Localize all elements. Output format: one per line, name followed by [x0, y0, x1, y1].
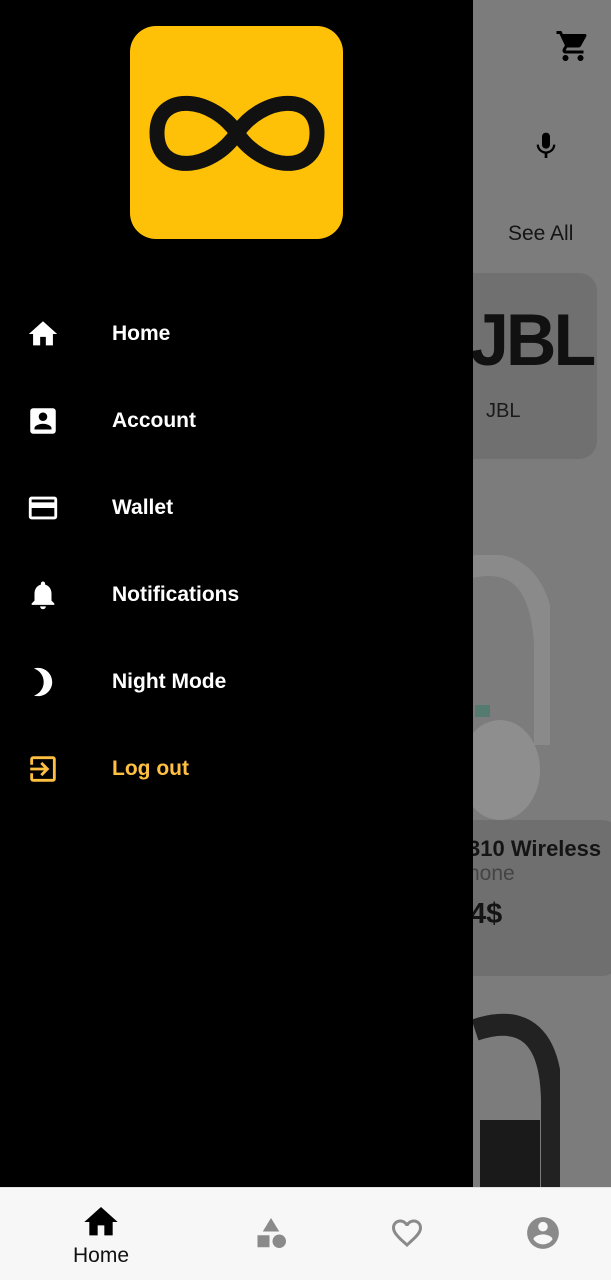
home-icon [26, 317, 60, 351]
moon-icon [26, 665, 60, 699]
product-price: 4$ [470, 898, 503, 930]
see-all-link[interactable]: See All [508, 222, 573, 246]
product-name: 310 Wireless [468, 836, 602, 861]
drawer-item-label: Notifications [112, 582, 240, 606]
drawer-item-label: Wallet [112, 495, 174, 519]
drawer-item-logout[interactable]: Log out [0, 725, 473, 812]
drawer-item-label: Home [112, 321, 171, 345]
navigation-drawer: Home Account Wallet Notifications Night … [0, 0, 473, 1187]
bottom-navigation: Home [0, 1187, 611, 1280]
screen: See All JBL JBL 310 Wireless hone 4$ Hom… [0, 0, 611, 1280]
profile-icon [527, 1217, 559, 1249]
drawer-item-notifications[interactable]: Notifications [0, 551, 473, 638]
drawer-item-home[interactable]: Home [0, 290, 473, 377]
nav-home[interactable]: Home [41, 1188, 161, 1280]
home-icon [84, 1207, 118, 1236]
shapes-icon [257, 1218, 286, 1248]
app-logo [130, 26, 343, 239]
drawer-item-label: Night Mode [112, 669, 227, 693]
nav-categories[interactable] [211, 1188, 331, 1280]
brand-logo: JBL [470, 299, 596, 381]
infinity-icon [149, 95, 325, 171]
nav-home-label: Home [72, 1244, 130, 1267]
drawer-item-label: Account [112, 408, 196, 432]
bell-icon [26, 578, 60, 612]
drawer-item-wallet[interactable]: Wallet [0, 464, 473, 551]
nav-profile[interactable] [483, 1188, 603, 1280]
microphone-icon[interactable] [530, 128, 562, 164]
drawer-item-account[interactable]: Account [0, 377, 473, 464]
product-subtitle: hone [468, 862, 515, 885]
drawer-item-night-mode[interactable]: Night Mode [0, 638, 473, 725]
heart-icon [392, 1219, 422, 1248]
credit-card-icon [26, 491, 60, 525]
account-box-icon [26, 404, 60, 438]
brand-name: JBL [486, 400, 521, 422]
cart-icon[interactable] [555, 28, 591, 64]
logout-icon [26, 752, 60, 786]
drawer-item-label: Log out [112, 756, 189, 780]
nav-favorites[interactable] [347, 1188, 467, 1280]
